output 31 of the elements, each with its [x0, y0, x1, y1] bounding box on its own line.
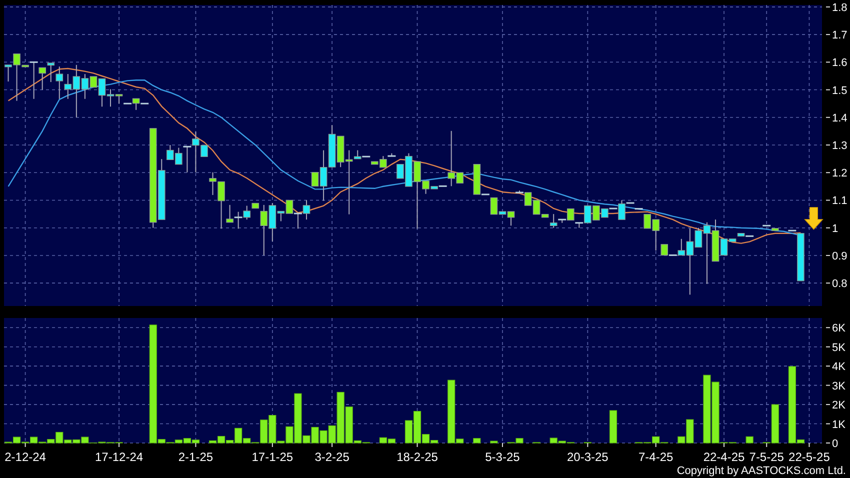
volume-axis-label: 5K: [832, 342, 846, 354]
price-axis-label: 1.6: [832, 57, 848, 70]
price-axis-label: 1.1: [832, 195, 848, 208]
date-axis-label: 2-1-25: [178, 450, 214, 464]
price-axis-label: 1.5: [832, 84, 848, 97]
price-axis-label: 1: [832, 222, 838, 235]
price-axis-label: 1.2: [832, 168, 848, 180]
date-axis-label: 20-3-25: [567, 450, 608, 464]
date-axis-label: 22-4-25: [703, 450, 745, 464]
date-axis-label: 22-5-25: [788, 450, 830, 464]
volume-axis-label: 3K: [832, 380, 846, 392]
volume-axis-label: 2K: [832, 400, 846, 412]
price-axis-label: 1.3: [832, 140, 848, 152]
volume-axis-label: 6K: [832, 322, 846, 335]
date-axis-label: 2-12-24: [4, 450, 46, 464]
volume-axis-label: 1K: [832, 418, 846, 431]
volume-axis-label: 0: [832, 438, 838, 450]
volume-axis-label: 4K: [832, 361, 846, 374]
price-axis-label: 1.7: [832, 30, 848, 42]
date-axis-label: 18-2-25: [396, 450, 438, 464]
date-axis-label: 7-5-25: [749, 450, 784, 464]
date-axis-label: 17-12-24: [95, 450, 144, 464]
price-axis-label: 1.8: [832, 2, 848, 14]
date-axis-label: 7-4-25: [638, 450, 674, 464]
price-axis-label: 1.4: [832, 112, 848, 124]
date-axis-label: 17-1-25: [252, 450, 294, 464]
price-axis-label: 0.9: [832, 250, 848, 262]
date-axis-label: 5-3-25: [485, 450, 520, 464]
copyright-text: Copyright by AASTOCKS.com Ltd.: [676, 465, 846, 477]
date-axis-label: 3-2-25: [314, 450, 350, 464]
price-axis-label: 0.8: [832, 278, 848, 290]
